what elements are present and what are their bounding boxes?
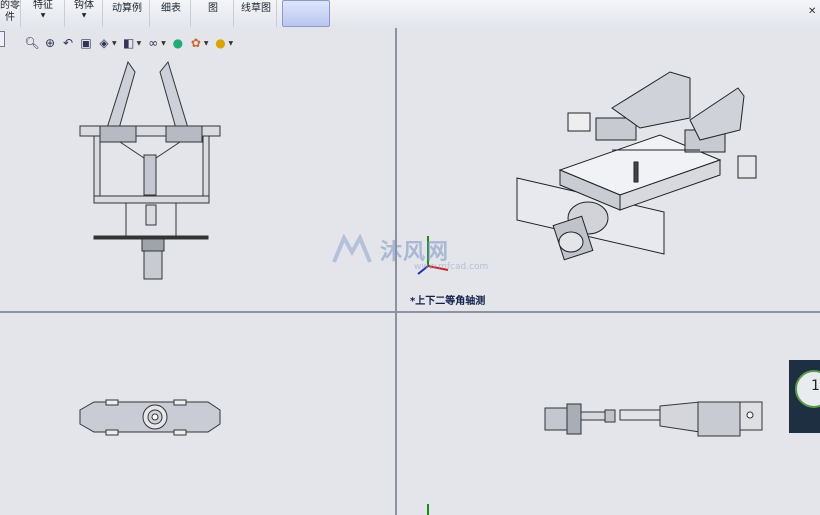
gauge-value: 1 <box>811 378 820 394</box>
side-gauge-widget[interactable]: 1 <box>789 360 820 433</box>
watermark-logo <box>332 233 372 263</box>
view-orientation-label: *上下二等角轴测 <box>410 296 486 307</box>
isometric-view-gripper[interactable] <box>516 71 757 261</box>
top-view-gripper[interactable] <box>79 399 221 436</box>
right-view-gripper[interactable] <box>544 401 763 437</box>
watermark: 沐风网 www.mfcad.com <box>330 232 488 272</box>
front-view-gripper[interactable] <box>79 60 221 280</box>
watermark-url: www.mfcad.com <box>414 262 489 272</box>
